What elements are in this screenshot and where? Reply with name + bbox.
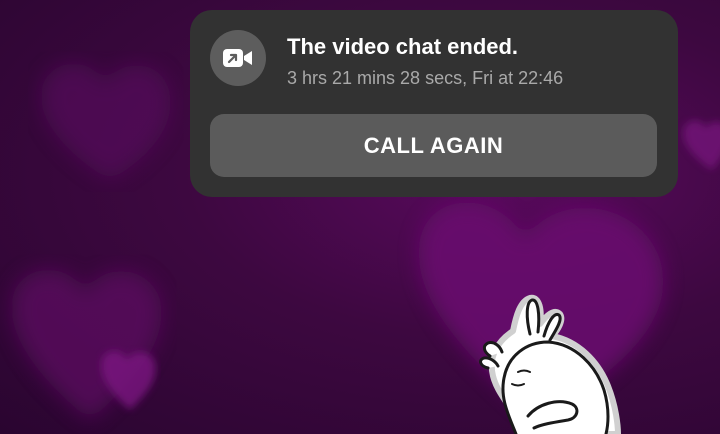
heart-decoration-topleft xyxy=(41,63,171,180)
bunny-sticker[interactable] xyxy=(468,286,628,434)
call-again-button[interactable]: CALL AGAIN xyxy=(210,114,657,177)
video-call-icon xyxy=(210,30,266,86)
call-ended-title: The video chat ended. xyxy=(287,34,519,59)
heart-decoration-right xyxy=(683,120,720,170)
call-ended-card: The video chat ended. 3 hrs 21 mins 28 s… xyxy=(190,10,678,197)
call-duration-text: 3 hrs 21 mins 28 secs, Fri at 22:46 xyxy=(287,68,564,88)
